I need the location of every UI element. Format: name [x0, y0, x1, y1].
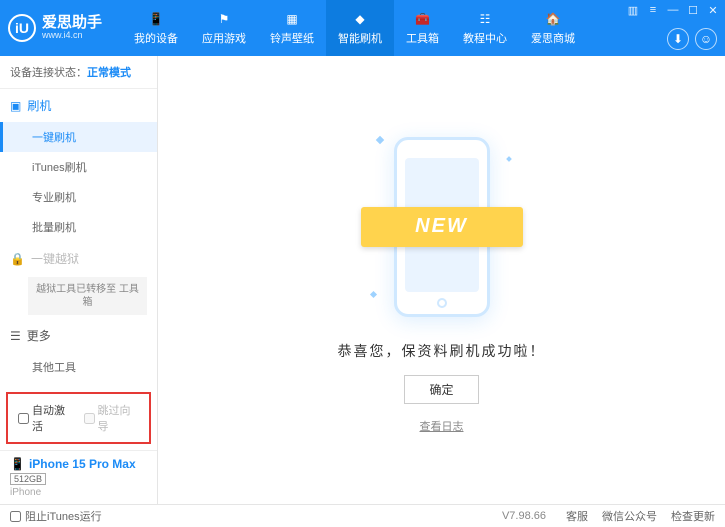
ok-button[interactable]: 确定	[404, 375, 478, 404]
nav-ringtones[interactable]: ▦铃声壁纸	[258, 0, 326, 56]
store-icon: 🏠	[544, 10, 562, 28]
footer-link-support[interactable]: 客服	[566, 508, 588, 524]
sidebar-item-download-firmware[interactable]: 下载固件	[0, 382, 157, 388]
apps-icon: ⚑	[215, 10, 233, 28]
auto-activate-checkbox[interactable]: 自动激活	[18, 402, 74, 434]
sidebar-item-oneclick-flash[interactable]: 一键刷机	[0, 122, 157, 152]
flash-options-box: 自动激活 跳过向导	[6, 392, 151, 444]
nav-toolbox[interactable]: 🧰工具箱	[394, 0, 451, 56]
app-url: www.i4.cn	[42, 31, 102, 41]
sidebar-more-header[interactable]: ☰ 更多	[0, 319, 157, 352]
device-info-panel: 📱 iPhone 15 Pro Max 512GB iPhone	[0, 450, 157, 504]
nav-store[interactable]: 🏠爱思商城	[519, 0, 587, 56]
flash-icon: ◆	[351, 10, 369, 28]
success-message: 恭喜您，保资料刷机成功啦！	[338, 341, 546, 361]
sidebar-jailbreak-header: 🔒 一键越狱	[0, 242, 157, 275]
device-type: iPhone	[10, 487, 147, 498]
footer-link-update[interactable]: 检查更新	[671, 508, 715, 524]
sidebar-flash-header[interactable]: ▣ 刷机	[0, 89, 157, 122]
more-icon: ☰	[10, 329, 21, 343]
nav-my-device[interactable]: 📱我的设备	[122, 0, 190, 56]
version-label: V7.98.66	[502, 510, 546, 522]
window-minimize-icon[interactable]: —	[665, 2, 681, 18]
window-skin-icon[interactable]: ≡	[645, 2, 661, 18]
sidebar-item-batch-flash[interactable]: 批量刷机	[0, 212, 157, 242]
sidebar-item-itunes-flash[interactable]: iTunes刷机	[0, 152, 157, 182]
device-name[interactable]: 📱 iPhone 15 Pro Max	[10, 457, 147, 471]
lock-icon: 🔒	[10, 252, 25, 266]
sidebar-item-pro-flash[interactable]: 专业刷机	[0, 182, 157, 212]
media-icon: ▦	[283, 10, 301, 28]
view-log-link[interactable]: 查看日志	[420, 418, 464, 434]
new-ribbon: NEW	[361, 207, 523, 247]
nav-tutorials[interactable]: ☷教程中心	[451, 0, 519, 56]
footer-link-wechat[interactable]: 微信公众号	[602, 508, 657, 524]
flash-group-icon: ▣	[10, 99, 21, 113]
toolbox-icon: 🧰	[414, 10, 432, 28]
skip-setup-checkbox[interactable]: 跳过向导	[84, 402, 140, 434]
logo-icon: iU	[8, 14, 36, 42]
success-illustration: NEW	[367, 127, 517, 327]
window-menu-icon[interactable]: ▥	[625, 2, 641, 18]
app-logo: iU 爱思助手 www.i4.cn	[8, 14, 102, 42]
download-button[interactable]: ⬇	[667, 28, 689, 50]
tutorial-icon: ☷	[476, 10, 494, 28]
app-title: 爱思助手	[42, 15, 102, 32]
sidebar-item-other-tools[interactable]: 其他工具	[0, 352, 157, 382]
window-maximize-icon[interactable]: ☐	[685, 2, 701, 18]
device-icon: 📱	[147, 10, 165, 28]
nav-apps-games[interactable]: ⚑应用游戏	[190, 0, 258, 56]
account-button[interactable]: ☺	[695, 28, 717, 50]
window-close-icon[interactable]: ✕	[705, 2, 721, 18]
device-status: 设备连接状态：正常模式	[0, 56, 157, 89]
nav-smart-flash[interactable]: ◆智能刷机	[326, 0, 394, 56]
jailbreak-moved-note: 越狱工具已转移至 工具箱	[28, 277, 147, 315]
phone-icon: 📱	[10, 457, 25, 471]
block-itunes-checkbox[interactable]: 阻止iTunes运行	[10, 508, 102, 524]
device-storage: 512GB	[10, 473, 46, 485]
